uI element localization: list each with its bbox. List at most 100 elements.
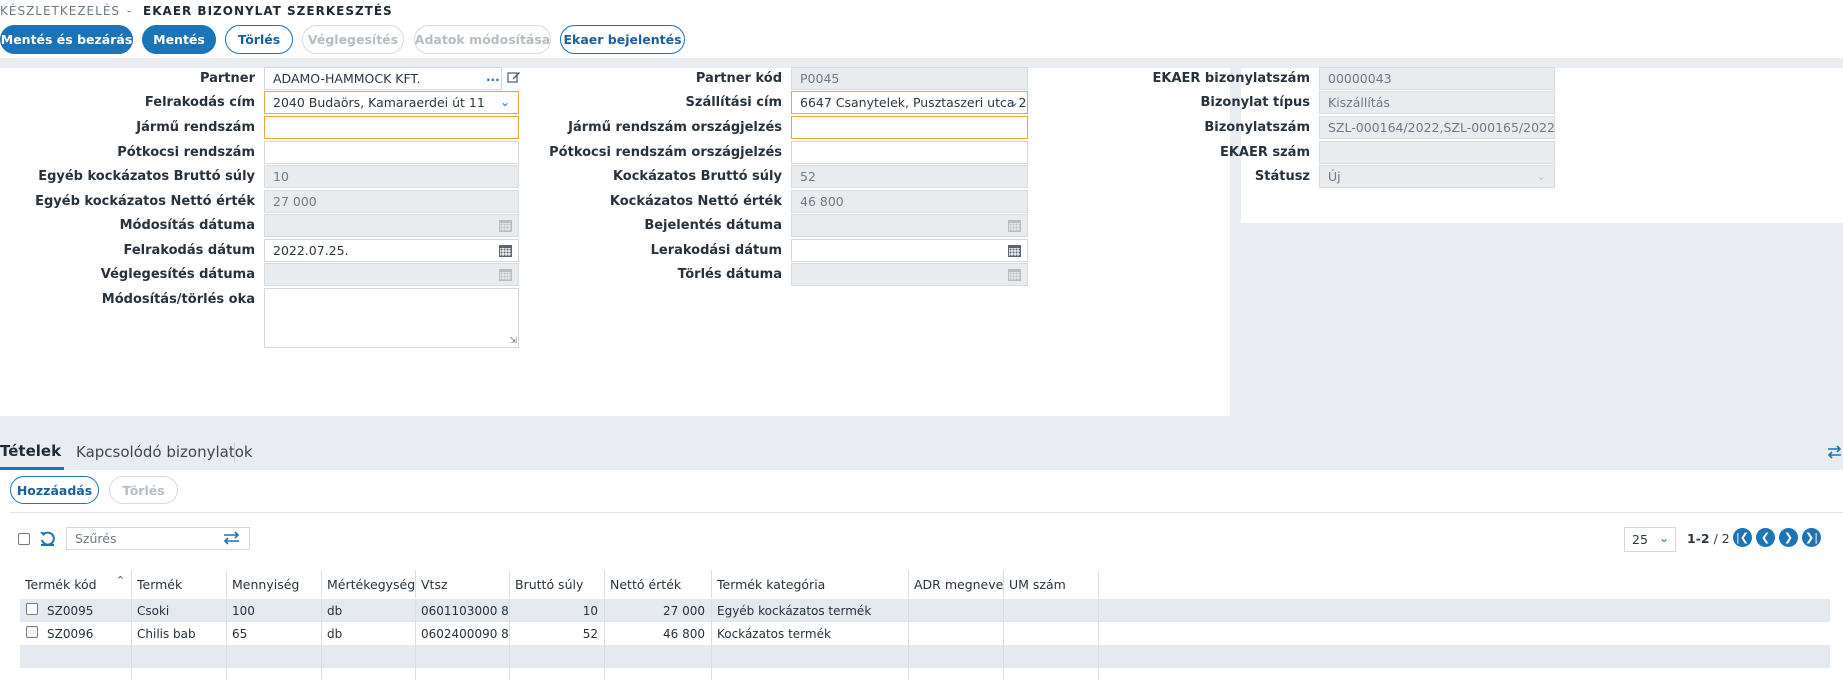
chevron-down-icon: ⌄: [1658, 531, 1669, 545]
risky-net-value-field: 46 800: [791, 190, 1028, 213]
table-row[interactable]: SZ0096 Chilis bab 65 db 0602400090 80 52…: [20, 622, 1830, 645]
chevron-down-icon: ⌄: [1535, 169, 1546, 183]
cell-unit: db: [322, 599, 416, 622]
partner-field[interactable]: ADAMO-HAMMOCK KFT.: [264, 67, 502, 90]
unloading-date-label: Lerakodási dátum: [650, 243, 782, 258]
cell-empty: [510, 668, 605, 680]
delete-item-button[interactable]: Törlés: [109, 476, 178, 504]
trailer-country-input[interactable]: [791, 141, 1028, 164]
col-product-code-label: Termék kód: [25, 576, 97, 592]
shipping-address-select[interactable]: 6647 Csanytelek, Pusztaszeri utca 2. ⌄: [791, 91, 1028, 114]
col-um-number[interactable]: UM szám: [1004, 570, 1099, 598]
partner-code-field: P0045: [791, 67, 1028, 90]
cell-quantity: 100: [227, 599, 322, 622]
cell-net-value: 27 000: [605, 599, 712, 622]
status-select: Új ⌄: [1319, 165, 1555, 188]
cell-empty: [712, 668, 909, 680]
partner-browse-button[interactable]: ...: [486, 70, 500, 84]
refresh-icon[interactable]: [39, 530, 56, 547]
trailer-plate-input[interactable]: [264, 141, 519, 164]
loading-date-value: 2022.07.25.: [273, 243, 349, 258]
breadcrumb-parent[interactable]: KÉSZLETKEZELÉS: [0, 4, 120, 18]
doc-type-field: Kiszállítás: [1319, 91, 1555, 114]
save-button[interactable]: Mentés: [142, 25, 216, 54]
risky-gross-weight-label: Kockázatos Bruttó súly: [612, 169, 782, 184]
cell-gross-weight: 52: [510, 622, 605, 645]
col-unit[interactable]: Mértékegység: [322, 570, 416, 598]
tab-bar: Tételek Kapcsolódó bizonylatok: [0, 434, 1843, 470]
col-gross-weight[interactable]: Bruttó súly: [510, 570, 605, 598]
cell-um-number: [1004, 599, 1099, 622]
resize-handle-icon[interactable]: ⇲: [509, 336, 517, 346]
finalize-button[interactable]: Véglegesítés: [302, 25, 404, 54]
delete-button[interactable]: Törlés: [225, 25, 293, 54]
deletion-date-field: [791, 263, 1028, 286]
other-risky-gross-weight-field: 10: [264, 165, 519, 188]
next-page-icon[interactable]: ❯: [1779, 528, 1798, 547]
calendar-icon[interactable]: [499, 244, 512, 257]
cell-net-value: 46 800: [605, 622, 712, 645]
cell-empty: [20, 668, 132, 680]
modify-data-button[interactable]: Adatok módosítása: [414, 25, 551, 54]
cell-product-category: Egyéb kockázatos termék: [712, 599, 909, 622]
page-size-select[interactable]: 25 ⌄: [1624, 527, 1676, 552]
cell-adr-name: [909, 599, 1004, 622]
tab-related-documents[interactable]: Kapcsolódó bizonylatok: [76, 434, 253, 470]
cell-empty: [909, 645, 1004, 668]
loading-date-input[interactable]: 2022.07.25.: [264, 239, 519, 262]
other-risky-gross-weight-label: Egyéb kockázatos Bruttó súly: [38, 169, 255, 184]
select-all-checkbox[interactable]: [18, 533, 30, 549]
calendar-icon[interactable]: [1008, 244, 1021, 257]
cell-quantity: 65: [227, 622, 322, 645]
tab-items[interactable]: Tételek: [0, 434, 64, 470]
loading-address-value: 2040 Budaörs, Kamaraerdei út 11: [273, 95, 485, 110]
col-adr-name[interactable]: ADR megnevezés: [909, 570, 1004, 598]
cell-vtsz: 0602400090 80: [416, 622, 510, 645]
chevron-down-icon: ⌄: [1008, 95, 1019, 109]
cell-unit: db: [322, 622, 416, 645]
vehicle-country-input[interactable]: [791, 116, 1028, 139]
sort-asc-icon[interactable]: ⌃: [116, 574, 125, 587]
cell-empty: [605, 645, 712, 668]
modification-reason-textarea[interactable]: ⇲: [264, 288, 519, 348]
pagination-info: 1-2 / 2: [1687, 531, 1730, 546]
cell-product-code: SZ0095: [20, 599, 132, 622]
trailer-plate-label: Pótkocsi rendszám: [117, 145, 255, 160]
table-row-empty: [20, 645, 1830, 668]
loading-address-label: Felrakodás cím: [144, 95, 255, 110]
col-product[interactable]: Termék: [132, 570, 227, 598]
other-risky-net-value-field: 27 000: [264, 190, 519, 213]
swap-arrows-icon[interactable]: [1826, 444, 1843, 460]
cell-empty: [1004, 668, 1099, 680]
cell-adr-name: [909, 622, 1004, 645]
vehicle-plate-input[interactable]: [264, 116, 519, 139]
col-quantity[interactable]: Mennyiség: [227, 570, 322, 598]
add-item-button[interactable]: Hozzáadás: [10, 476, 99, 504]
page-title: EKAER BIZONYLAT SZERKESZTÉS: [143, 4, 393, 18]
prev-page-icon[interactable]: ❮: [1756, 528, 1775, 547]
row-checkbox[interactable]: [26, 626, 38, 641]
tab-related-documents-label: Kapcsolódó bizonylatok: [76, 443, 253, 461]
finalization-date-field: [264, 263, 519, 286]
table-row[interactable]: SZ0095 Csoki 100 db 0601103000 80 10 27 …: [20, 599, 1830, 622]
col-product-code[interactable]: Termék kód ⌃: [20, 570, 132, 598]
save-and-close-button[interactable]: Mentés és bezárás: [0, 25, 133, 54]
page-total: / 2: [1709, 531, 1730, 546]
ekaer-report-button[interactable]: Ekaer bejelentés: [560, 25, 685, 54]
cell-empty: [322, 668, 416, 680]
status-label: Státusz: [1254, 169, 1310, 184]
swap-arrows-icon[interactable]: [222, 530, 241, 546]
product-code: SZ0096: [47, 626, 94, 641]
col-product-category[interactable]: Termék kategória: [712, 570, 909, 598]
row-checkbox[interactable]: [26, 603, 38, 618]
col-net-value[interactable]: Nettó érték: [605, 570, 712, 598]
cell-empty: [322, 645, 416, 668]
unloading-date-input[interactable]: [791, 239, 1028, 262]
ekaer-number-field: [1319, 141, 1555, 164]
tab-items-label: Tételek: [0, 441, 62, 460]
loading-address-select[interactable]: 2040 Budaörs, Kamaraerdei út 11 ⌄: [264, 91, 519, 114]
col-vtsz[interactable]: Vtsz: [416, 570, 510, 598]
first-page-icon[interactable]: |❮: [1733, 528, 1752, 547]
edit-icon[interactable]: [507, 70, 521, 84]
last-page-icon[interactable]: ❯|: [1802, 528, 1821, 547]
